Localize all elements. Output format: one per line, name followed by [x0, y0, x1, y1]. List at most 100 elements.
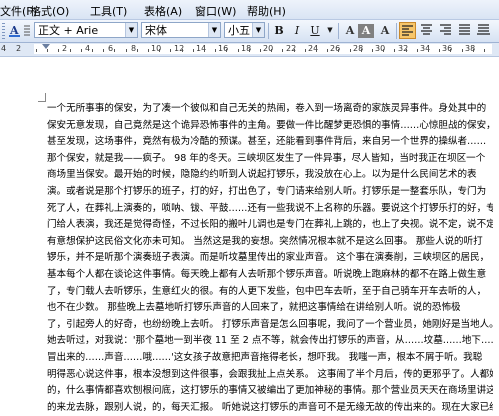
- text-boundary-mark: [38, 101, 46, 102]
- text-line: 死了人，在葬礼上演奏的，唢呐、钹、平鼓……还有一些我说不上名称的乐器。要说这个打…: [47, 202, 493, 214]
- text-line: 基本每个人都在谈论这件事情。每天晚上都有人去听那个锣乐声音。听说晚上跑麻林的都不…: [47, 268, 487, 280]
- font-size-combo[interactable]: 小五 ▼: [224, 22, 265, 38]
- italic-button[interactable]: I: [289, 22, 305, 39]
- underline-dropdown-icon[interactable]: ▼: [325, 22, 335, 39]
- ruler-tick: [249, 49, 250, 52]
- ruler-tick: [215, 49, 216, 52]
- font-combo[interactable]: 宋体 ▼: [141, 22, 221, 38]
- ruler-tick: [204, 49, 205, 52]
- ruler-number: 4: [1, 44, 7, 53]
- ruler-number: 8: [131, 44, 137, 53]
- ruler-tick: [383, 49, 384, 52]
- chevron-down-icon[interactable]: ▼: [125, 23, 137, 37]
- menu-table[interactable]: 表格(A): [144, 3, 182, 19]
- text-line: 明得恶心说这件事，根本没想到这件很事，会跟我扯上点关系。 这事闹了半个月后，传的…: [47, 368, 493, 380]
- ruler-tick: [361, 49, 362, 52]
- formatting-toolbar: A 正文 + Arie ▼ 宋体 ▼ 小五 ▼ B I U ▼ A A A: [0, 20, 499, 43]
- chevron-down-icon[interactable]: ▼: [208, 23, 220, 37]
- menu-format[interactable]: 格式(O): [30, 3, 69, 19]
- horizontal-ruler[interactable]: 4 2 2 4 6 8 10 12 14 16 18 20 22 24 26 2…: [0, 43, 499, 57]
- text-line: 演。或者说是那个打锣乐的班子，打的好，打出色了，专门请来给别人听。打锣乐是一整套…: [47, 185, 487, 197]
- style-combo[interactable]: 正文 + Arie ▼: [34, 22, 138, 38]
- align-right-button[interactable]: [437, 22, 454, 39]
- ruler-number: 2: [16, 44, 22, 53]
- ruler-tick: [305, 49, 306, 52]
- ruler-tick: [193, 49, 194, 52]
- ruler-tick: [394, 49, 395, 52]
- ruler-tick: [428, 49, 429, 52]
- text-line: 保安无意发现，自己竟然是这个诡异恐怖事件的主角。要做一件比醒梦更恐惧的事情……心…: [47, 119, 493, 131]
- ruler-tick: [92, 49, 93, 52]
- menu-bar: 文件(F) 格式(O) 工具(T) 表格(A) 窗口(W) 帮助(H): [0, 0, 499, 20]
- ruler-number: 4: [85, 44, 91, 53]
- text-line: 一个无所事事的保安，为了凑一个彼似和自己无关的热闹，卷入到一场离奇的家族灵异事件…: [47, 103, 487, 114]
- menu-tools[interactable]: 工具(T): [90, 3, 127, 19]
- ruler-tick: [238, 49, 239, 52]
- ruler-tick: [226, 49, 227, 52]
- align-left-button[interactable]: [399, 22, 416, 39]
- distributed-align-button[interactable]: [475, 22, 492, 39]
- ruler-tick: [114, 49, 115, 52]
- menu-help[interactable]: 帮助(H): [247, 3, 286, 19]
- text-line: 有意想保护这民俗文化亦未可知。 当然这是我的妄想。突然情况根本就不是这么回事。 …: [47, 235, 483, 247]
- text-line: 甚至发现，这场事件，竟然有极为冷酷的预谋。甚至，还能看到事件背后，来自另一个世界…: [47, 136, 487, 148]
- ruler-tick: [36, 49, 37, 52]
- align-center-icon: [421, 24, 432, 35]
- justify-button[interactable]: [456, 22, 473, 39]
- toolbar-separator: [338, 23, 339, 39]
- text-line: 的来龙去脉，跟别人说，的，每天汇报。 听她说这打锣乐的声音可不是无缘无故的传出来…: [47, 401, 493, 413]
- ruler-tick: [282, 49, 283, 52]
- ruler-tick: [103, 49, 104, 52]
- ruler-tick: [439, 49, 440, 52]
- ruler-tick: [271, 49, 272, 52]
- styles-pane-icon[interactable]: A: [8, 22, 22, 39]
- justify-icon: [459, 24, 470, 35]
- ruler-tick: [350, 49, 351, 52]
- text-line: 冒出来的……声音……哦……'这女孩子故意把声音拖得老长，想吓我。 我嗤一声，根本…: [47, 351, 483, 363]
- ruler-tick: [462, 49, 463, 52]
- char-shading-button[interactable]: A: [358, 24, 374, 38]
- ruler-tick: [327, 49, 328, 52]
- underline-button[interactable]: U: [307, 22, 323, 39]
- first-line-indent-marker[interactable]: [42, 44, 50, 49]
- ruler-tick: [316, 49, 317, 52]
- menu-window[interactable]: 窗口(W): [195, 3, 236, 19]
- text-line: 也不在少数。 那些晚上去墓地听打锣乐声音的人回来了，就把这事情给在讲给别人听。说…: [47, 302, 461, 314]
- text-line: 那个保安，就是我——疯子。 98 年的冬天。三峡坝区发生了一件异事，尽人皆知，当…: [47, 152, 486, 164]
- chevron-down-icon[interactable]: ▼: [252, 23, 264, 37]
- ruler-tick: [450, 49, 451, 52]
- font-size-value: 小五: [228, 24, 250, 37]
- align-right-icon: [440, 24, 451, 35]
- ruler-tick: [182, 49, 183, 52]
- toolbar-grip[interactable]: [2, 23, 5, 39]
- align-line-icon[interactable]: [22, 22, 32, 39]
- char-scale-button[interactable]: A: [377, 22, 393, 39]
- text-line: 的，什么事情都喜欢刨根问底，这打锣乐的事情又被编出了更加神秘的事情。那个营业员天…: [47, 385, 493, 397]
- ruler-tick: [484, 49, 485, 52]
- distributed-align-icon: [477, 24, 490, 35]
- text-line: 锣乐，并不是听那个演奏班子表演。而是听坟墓里传出的家业声音。 这个事在演奏削，三…: [47, 252, 490, 264]
- text-line: 了，引起旁人的好奇，也纷纷晚上去听。 打锣乐声音是怎么回事呢，我问了一个营业员，…: [47, 318, 493, 330]
- ruler-tick: [417, 49, 418, 52]
- document-page[interactable]: 一个无所事事的保安，为了凑一个彼似和自己无关的热闹，卷入到一场离奇的家族灵异事件…: [0, 57, 499, 416]
- ruler-tick: [473, 49, 474, 52]
- ruler-tick: [81, 49, 82, 52]
- text-line: 商场里当保安。最开始的时候，隐隐约约听到人说起打锣乐，我没放在心上。以为是什么民…: [47, 169, 477, 181]
- ruler-tick: [338, 49, 339, 52]
- ruler-tick: [406, 49, 407, 52]
- ruler-tick: [170, 49, 171, 52]
- font-color-button[interactable]: A: [342, 22, 358, 39]
- ruler-tick: [58, 49, 59, 52]
- bold-button[interactable]: B: [271, 22, 287, 39]
- ruler-tick: [372, 49, 373, 52]
- toolbar-separator: [396, 23, 397, 39]
- ruler-tick: [294, 49, 295, 52]
- ruler-number: 6: [108, 44, 114, 53]
- align-left-icon: [402, 25, 413, 36]
- align-center-button[interactable]: [418, 22, 435, 39]
- text-line: 她去听过，对我说：'那个墓地一到半夜 11 至 2 点不等，就会传出打锣乐的声音…: [47, 335, 493, 347]
- text-line: 门给人表演，我还是觉得奇怪，不过长阳的搬叶儿调也是专门在葬礼上跳的，也上了央视。…: [47, 219, 493, 231]
- ruler-tick: [47, 49, 48, 52]
- ruler-tick: [260, 49, 261, 52]
- document-body-text[interactable]: 一个无所事事的保安，为了凑一个彼似和自己无关的热闹，卷入到一场离奇的家族灵异事件…: [47, 101, 493, 416]
